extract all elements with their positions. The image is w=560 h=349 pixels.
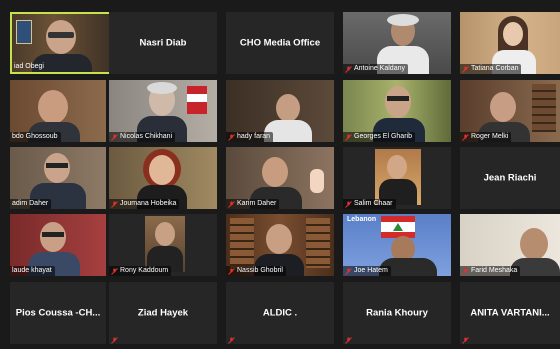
participant-tile[interactable]: Rania Khoury [343, 282, 451, 344]
participant-name: iad Obegi [14, 63, 44, 70]
participant-name: Jean Riachi [483, 172, 537, 184]
participant-tile[interactable]: adim Daher [10, 147, 106, 209]
participant-name: hady faran [226, 132, 274, 142]
participant-tile[interactable]: Roger Melki [460, 80, 560, 142]
participant-tile[interactable]: ALDIC . [226, 282, 334, 344]
mic-off-icon [111, 267, 118, 275]
participant-name: adim Daher [10, 199, 52, 209]
participant-tile[interactable]: Ziad Hayek [109, 282, 217, 344]
participant-tile[interactable]: Pios Coussa -CH... [10, 282, 106, 344]
mic-off-icon [111, 337, 118, 344]
participant-name: Rania Khoury [366, 307, 428, 319]
participant-name: Roger Melki [460, 132, 512, 142]
participant-name: Nicolas Chikhani [109, 132, 176, 142]
video-grid: iad Obegi Nasri Diab CHO Media Office An… [0, 0, 560, 349]
participant-name: Nasri Diab [139, 37, 187, 49]
participant-tile[interactable]: Karim Daher [226, 147, 334, 209]
participant-tile[interactable]: Farid Meshaka [460, 214, 560, 276]
participant-name: Salim Chaar [343, 199, 396, 209]
mic-off-icon [228, 267, 235, 275]
participant-tile[interactable]: Nassib Ghobril [226, 214, 334, 276]
participant-status [226, 337, 238, 344]
participant-tile[interactable]: Antoine Kaldany [343, 12, 451, 74]
participant-status [109, 337, 121, 344]
participant-name: Karim Daher [226, 199, 280, 209]
participant-name: bdo Ghossoub [10, 132, 61, 142]
participant-name: ALDIC . [262, 307, 298, 319]
participant-tile[interactable]: Georges El Gharib [343, 80, 451, 142]
participant-name: Joumana Hobeika [109, 199, 180, 209]
participant-tile[interactable]: ANITA VARTANI... [460, 282, 560, 344]
mic-off-icon [228, 133, 235, 141]
mic-off-icon [345, 200, 352, 208]
participant-tile[interactable]: Nicolas Chikhani [109, 80, 217, 142]
participant-name: Tatiana Corban [460, 64, 522, 74]
participant-tile[interactable]: Joumana Hobeika [109, 147, 217, 209]
mic-off-icon [345, 337, 352, 344]
participant-tile[interactable]: Tatiana Corban [460, 12, 560, 74]
mic-off-icon [228, 200, 235, 208]
participant-name: Rony Kaddoum [109, 266, 172, 276]
participant-tile[interactable]: Salim Chaar [343, 147, 451, 209]
mic-off-icon [111, 200, 118, 208]
participant-name: Antoine Kaldany [343, 64, 408, 74]
participant-status [343, 337, 355, 344]
participant-tile[interactable]: bdo Ghossoub [10, 80, 106, 142]
mic-off-icon [345, 267, 352, 275]
participant-tile[interactable]: iad Obegi [10, 12, 118, 74]
participant-name: Georges El Gharib [343, 132, 415, 142]
participant-tile[interactable]: hady faran [226, 80, 334, 142]
participant-name: laude khayat [10, 266, 55, 276]
mic-off-icon [345, 133, 352, 141]
participant-status [460, 337, 472, 344]
participant-tile[interactable]: Nasri Diab [109, 12, 217, 74]
participant-tile[interactable]: CHO Media Office [226, 12, 334, 74]
participant-tile[interactable]: laude khayat [10, 214, 106, 276]
participant-name: ANITA VARTANI... [470, 307, 550, 319]
mic-off-icon [462, 133, 469, 141]
participant-tile[interactable]: Lebanon Joe Hatem [343, 214, 451, 276]
participant-name: Joe Hatem [343, 266, 391, 276]
mic-off-icon [462, 267, 469, 275]
participant-name: Farid Meshaka [460, 266, 521, 276]
participant-name: Ziad Hayek [137, 307, 189, 319]
background-sign: Lebanon [347, 216, 377, 223]
mic-off-icon [345, 65, 352, 73]
participant-name: Nassib Ghobril [226, 266, 286, 276]
participant-tile[interactable]: Rony Kaddoum [109, 214, 217, 276]
mic-off-icon [462, 337, 469, 344]
mic-off-icon [462, 65, 469, 73]
participant-tile[interactable]: Jean Riachi [460, 147, 560, 209]
mic-off-icon [111, 133, 118, 141]
participant-name: Pios Coussa -CH... [15, 307, 101, 319]
participant-name: CHO Media Office [239, 37, 321, 49]
mic-off-icon [228, 337, 235, 344]
